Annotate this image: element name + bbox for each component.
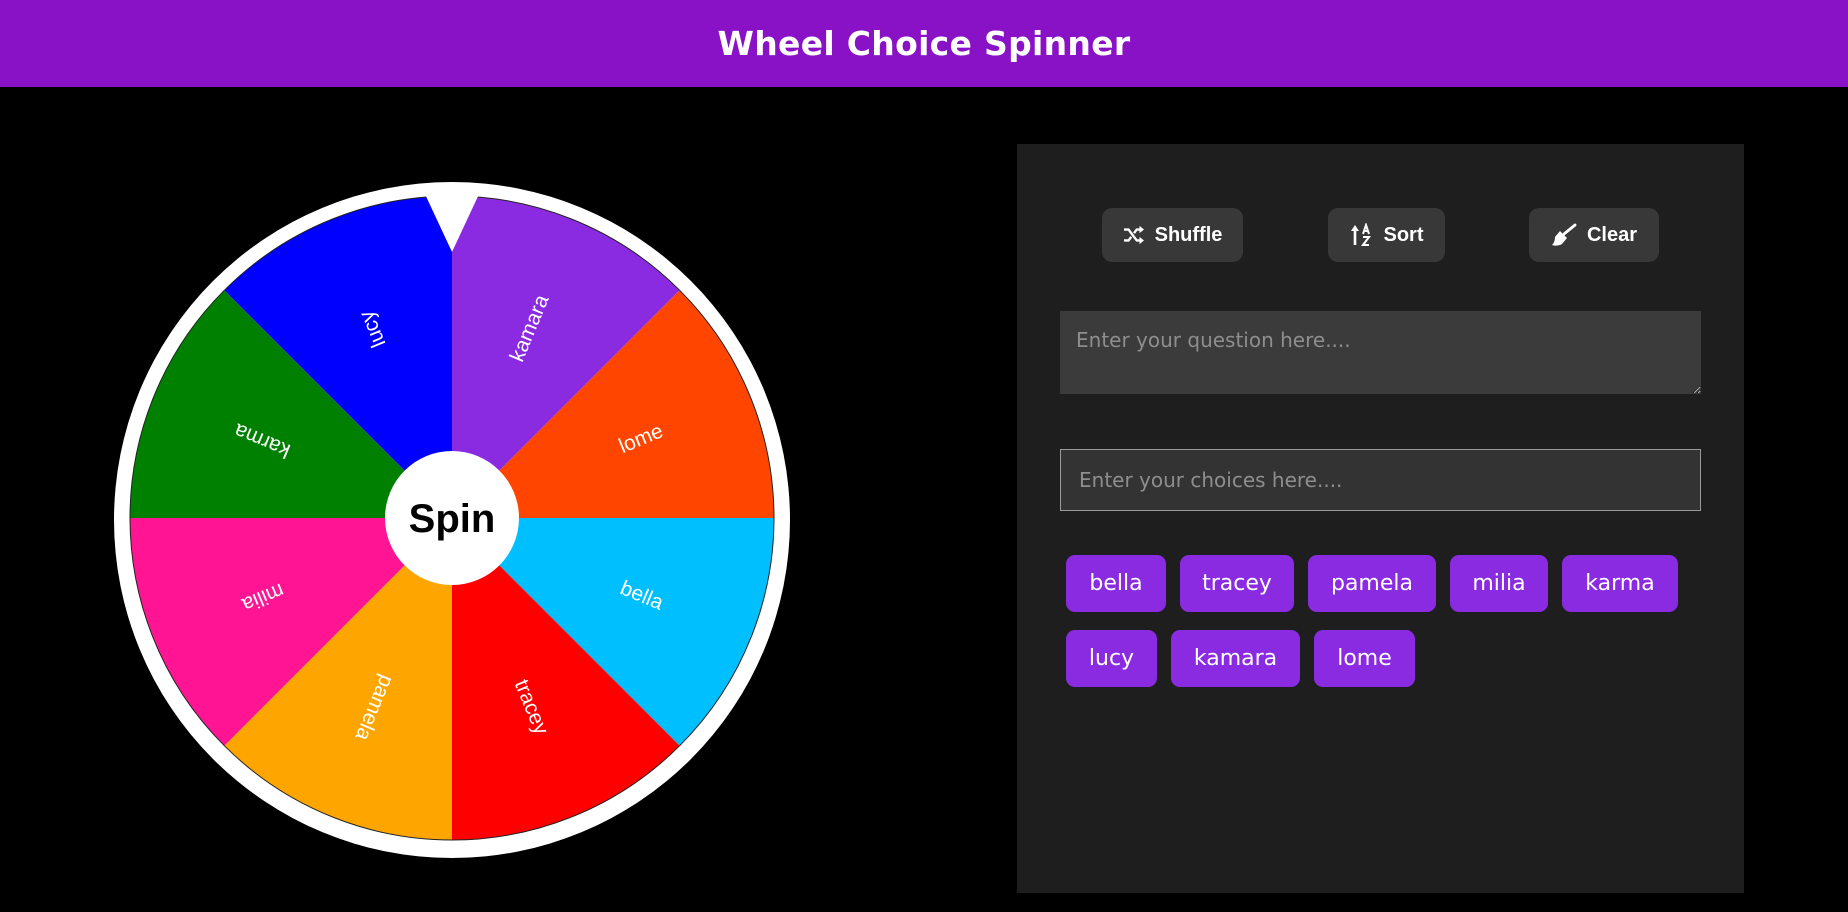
choice-chip[interactable]: pamela xyxy=(1308,555,1436,612)
choice-chip[interactable]: lucy xyxy=(1066,630,1157,687)
sort-icon xyxy=(1350,223,1371,246)
header-bar: Wheel Choice Spinner xyxy=(0,0,1848,87)
page-title: Wheel Choice Spinner xyxy=(717,24,1131,63)
choice-chip[interactable]: kamara xyxy=(1171,630,1300,687)
shuffle-button-label: Shuffle xyxy=(1154,223,1223,246)
shuffle-icon xyxy=(1123,225,1144,245)
choices-input[interactable] xyxy=(1060,449,1701,511)
clear-button-label: Clear xyxy=(1586,223,1638,246)
spin-button-label[interactable]: Spin xyxy=(409,497,496,541)
wheel-container: kamara lome bella tracey pamela milia karma luc… xyxy=(112,178,792,860)
choice-chip[interactable]: milia xyxy=(1450,555,1548,612)
toolbar: Shuffle Sort Clear xyxy=(1017,208,1744,262)
choice-chip[interactable]: karma xyxy=(1562,555,1678,612)
control-panel: Shuffle Sort Clear bella tracey pamela m… xyxy=(1017,144,1744,893)
choice-chip[interactable]: lome xyxy=(1314,630,1415,687)
wheel[interactable]: kamaralomebellatraceypamelamiliakarmaluc… xyxy=(112,178,792,860)
shuffle-button[interactable]: Shuffle xyxy=(1102,208,1243,262)
choice-chip[interactable]: tracey xyxy=(1180,555,1294,612)
broom-icon xyxy=(1551,223,1577,246)
clear-button[interactable]: Clear xyxy=(1529,208,1659,262)
sort-button[interactable]: Sort xyxy=(1328,208,1445,262)
sort-button-label: Sort xyxy=(1383,223,1424,246)
question-input[interactable] xyxy=(1060,311,1701,394)
spin-button[interactable]: Spin xyxy=(385,451,519,585)
choice-chip[interactable]: bella xyxy=(1066,555,1166,612)
